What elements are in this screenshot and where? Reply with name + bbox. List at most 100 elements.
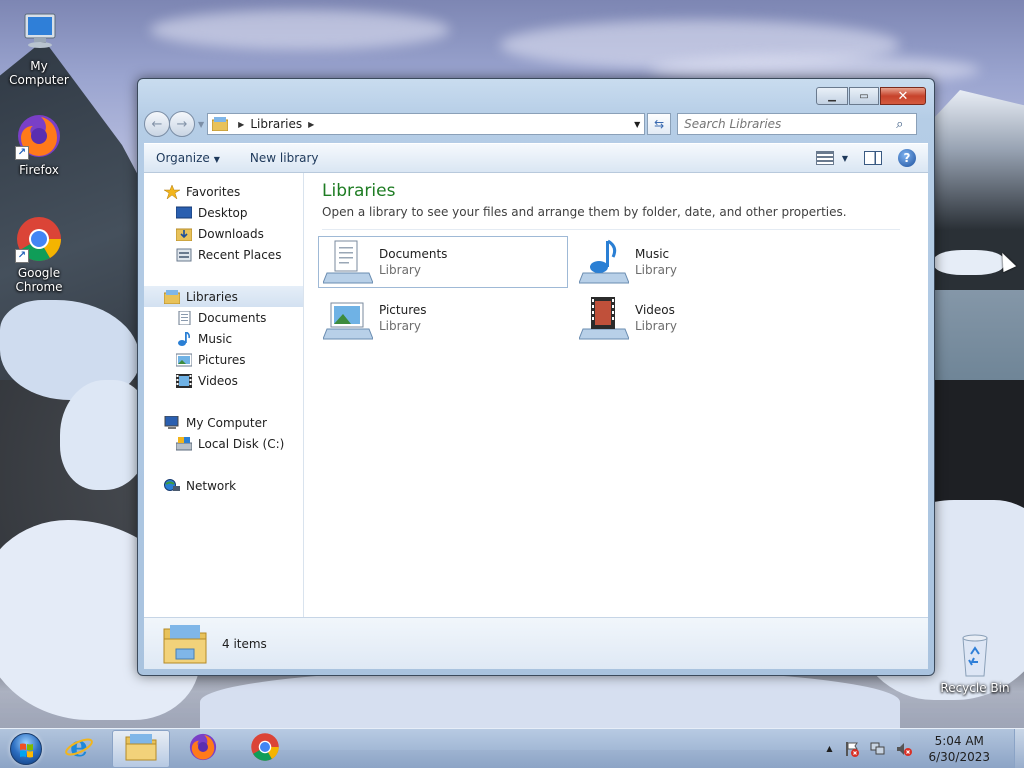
library-type: Library (635, 263, 677, 277)
nav-favorites[interactable]: Favorites (144, 181, 303, 202)
nav-label: Videos (198, 373, 238, 388)
desktop-icon-label: Firefox (19, 163, 59, 177)
explorer-window[interactable]: ▁ ▭ ✕ ← → ▼ ▶ Libraries ▶ ▼ ⇆ ⌕ Organize… (137, 78, 935, 676)
music-library-icon (578, 239, 630, 285)
address-bar[interactable]: ▶ Libraries ▶ ▼ (207, 113, 646, 135)
command-bar: Organize ▼ New library ▼ ? (144, 143, 928, 173)
desktop-icon-recycle-bin[interactable]: Recycle Bin (936, 630, 1014, 695)
nav-downloads[interactable]: Downloads (144, 223, 303, 244)
computer-icon (164, 415, 180, 430)
star-icon (163, 183, 181, 200)
desktop-icon-label: My Computer (9, 59, 69, 87)
nav-pictures[interactable]: Pictures (144, 349, 303, 370)
recent-pages-dropdown[interactable]: ▼ (198, 120, 204, 129)
action-center-icon[interactable] (844, 741, 860, 757)
library-item-music[interactable]: Music Library (574, 236, 824, 288)
maximize-button[interactable]: ▭ (849, 87, 879, 105)
search-input[interactable] (684, 117, 897, 131)
desktop-icon-label: Recycle Bin (940, 681, 1010, 695)
nav-my-computer[interactable]: My Computer (144, 412, 303, 433)
start-button[interactable] (6, 731, 46, 767)
taskbar-internet-explorer[interactable]: e (50, 730, 108, 768)
taskbar-clock[interactable]: 5:04 AM 6/30/2023 (928, 733, 990, 765)
minimize-button[interactable]: ▁ (816, 87, 848, 105)
breadcrumb-arrow-icon[interactable]: ▶ (238, 120, 244, 129)
library-item-documents[interactable]: Documents Library (318, 236, 568, 288)
nav-label: Libraries (186, 289, 238, 304)
shortcut-arrow-icon: ↗ (15, 146, 29, 160)
page-subtitle: Open a library to see your files and arr… (322, 205, 900, 230)
library-grid: Documents Library Music Library Pictures… (318, 236, 910, 344)
taskbar-firefox[interactable] (174, 730, 232, 768)
desktop-icon-firefox[interactable]: ↗ Firefox (0, 112, 78, 177)
organize-label: Organize (156, 151, 210, 165)
desktop-icon-my-computer[interactable]: My Computer (0, 8, 78, 87)
nav-network[interactable]: Network (144, 475, 303, 496)
nav-desktop[interactable]: Desktop (144, 202, 303, 223)
search-icon[interactable]: ⌕ (896, 117, 916, 132)
desktop-icon (175, 206, 193, 220)
nav-local-disk[interactable]: Local Disk (C:) (144, 433, 303, 454)
preview-pane-button[interactable] (864, 151, 882, 165)
chrome-icon (250, 732, 280, 765)
nav-label: Desktop (198, 205, 248, 220)
close-button[interactable]: ✕ (880, 87, 926, 105)
videos-library-icon (578, 295, 630, 341)
navigation-pane: Favorites Desktop Downloads Recent Place… (144, 173, 304, 617)
library-item-videos[interactable]: Videos Library (574, 292, 824, 344)
breadcrumb-libraries[interactable]: Libraries (250, 117, 302, 131)
nav-label: Pictures (198, 352, 246, 367)
show-hidden-icons-button[interactable]: ▲ (826, 744, 832, 753)
libraries-icon (211, 117, 229, 132)
hard-drive-icon (175, 436, 193, 451)
library-type: Library (635, 319, 677, 333)
taskbar-google-chrome[interactable] (236, 730, 294, 768)
internet-explorer-icon: e (64, 730, 94, 765)
forward-button[interactable]: → (169, 111, 195, 137)
new-library-button[interactable]: New library (250, 151, 319, 165)
nav-libraries[interactable]: Libraries (144, 286, 303, 307)
chevron-down-icon: ▼ (841, 153, 848, 163)
library-name: Documents (379, 247, 448, 261)
library-name: Music (635, 247, 670, 261)
desktop-icon-google-chrome[interactable]: ↗ Google Chrome (0, 215, 78, 294)
network-status-icon[interactable] (870, 741, 886, 757)
network-icon (164, 478, 180, 493)
system-tray: ▲ 5:04 AM 6/30/2023 (826, 729, 1014, 768)
nav-label: Network (186, 478, 237, 493)
back-button[interactable]: ← (144, 111, 170, 137)
refresh-button[interactable]: ⇆ (647, 113, 672, 135)
nav-label: Favorites (186, 184, 241, 199)
address-dropdown-icon[interactable]: ▼ (630, 120, 644, 129)
organize-button[interactable]: Organize ▼ (156, 151, 220, 165)
windows-logo-icon (10, 732, 42, 765)
taskbar: e ▲ 5:04 AM 6/30/2023 (0, 728, 1024, 768)
taskbar-windows-explorer[interactable] (112, 729, 170, 768)
caption-buttons: ▁ ▭ ✕ (816, 87, 926, 105)
volume-muted-icon[interactable] (896, 741, 913, 757)
clock-time: 5:04 AM (934, 733, 984, 748)
help-button[interactable]: ? (898, 149, 916, 167)
nav-label: Local Disk (C:) (198, 436, 285, 451)
chrome-icon: ↗ (15, 215, 63, 263)
window-body: Favorites Desktop Downloads Recent Place… (144, 173, 928, 617)
nav-music[interactable]: Music (144, 328, 303, 349)
search-box[interactable]: ⌕ (677, 113, 918, 135)
computer-icon (15, 8, 63, 56)
firefox-icon (188, 732, 218, 765)
libraries-folder-icon (162, 623, 208, 665)
page-title: Libraries (322, 181, 396, 201)
item-count: 4 items (222, 636, 267, 651)
nav-label: Music (198, 331, 233, 346)
show-desktop-button[interactable] (1014, 728, 1024, 768)
nav-recent-places[interactable]: Recent Places (144, 244, 303, 265)
breadcrumb-arrow-icon[interactable]: ▶ (308, 120, 314, 129)
shortcut-arrow-icon: ↗ (15, 249, 29, 263)
library-name: Videos (635, 303, 675, 317)
downloads-icon (175, 227, 193, 241)
nav-videos[interactable]: Videos (144, 370, 303, 391)
details-pane: 4 items (144, 617, 928, 669)
library-item-pictures[interactable]: Pictures Library (318, 292, 568, 344)
change-view-button[interactable]: ▼ (815, 151, 848, 165)
nav-documents[interactable]: Documents (144, 307, 303, 328)
